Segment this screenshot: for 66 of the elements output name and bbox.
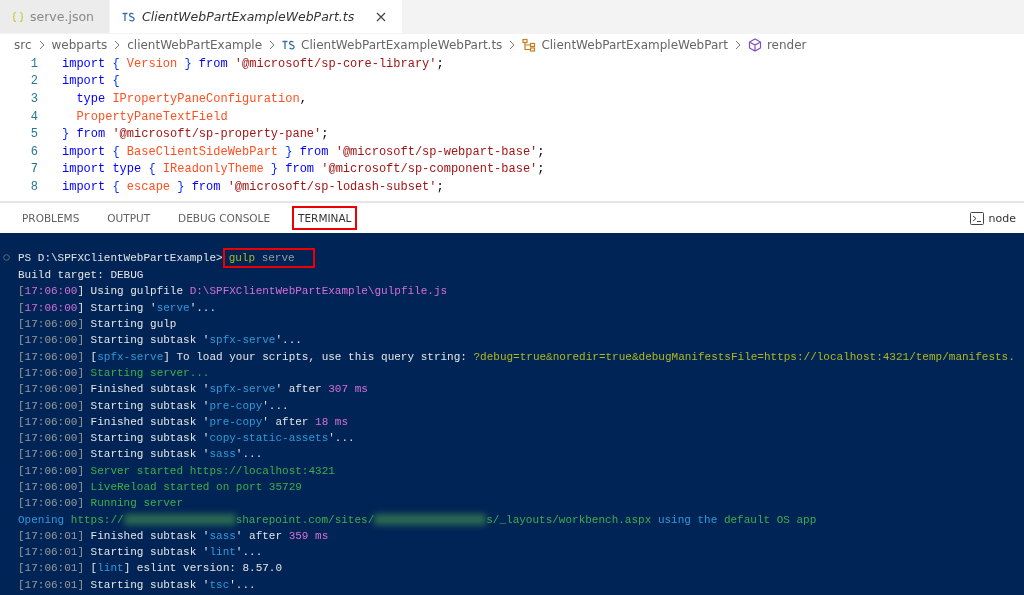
breadcrumb-item[interactable]: clientWebPartExample bbox=[127, 37, 263, 52]
terminal-icon bbox=[969, 211, 984, 225]
breadcrumb-item[interactable]: render bbox=[766, 37, 807, 52]
line-number: 5 bbox=[29, 127, 38, 142]
terminal-text: s/_layouts/workbench.aspx using the default OS app bbox=[486, 513, 817, 526]
terminal-line: [17:06:00] Starting subtask 'copy-static-assets'... bbox=[18, 432, 355, 445]
terminal-profile-label[interactable]: node bbox=[988, 211, 1016, 225]
line-number: 6 bbox=[29, 144, 38, 159]
code-line: PropertyPaneTextField bbox=[75, 109, 228, 124]
terminal-line: [17:06:00] [spfx-serve] To load your scripts, use this query string: ?debug=true&noredir=true&debugManifestsFile=https://localhost:4321/temp/manifests. bbox=[18, 350, 1015, 363]
prompt: PS D:\SPFXClientWebPartExample> bbox=[18, 252, 223, 264]
line-number: 2 bbox=[29, 74, 38, 89]
terminal-line: Build target: DEBUG bbox=[18, 269, 144, 282]
panel-tab[interactable]: PROBLEMS bbox=[18, 208, 84, 228]
braces-icon bbox=[12, 10, 24, 23]
code-line: import { bbox=[62, 74, 120, 89]
line-number: 7 bbox=[29, 162, 38, 177]
editor-tab[interactable]: ClientWebPartExampleWebPart.ts bbox=[110, 0, 404, 33]
breadcrumb-item[interactable]: webparts bbox=[51, 37, 108, 52]
code-line: type IPropertyPaneConfiguration, bbox=[75, 92, 307, 106]
code-line: } from '@microsoft/sp-property-pane'; bbox=[62, 127, 329, 142]
line-number: 4 bbox=[29, 109, 38, 124]
class-icon bbox=[522, 37, 537, 52]
line-number: 3 bbox=[29, 92, 38, 106]
terminal-line: [17:06:00] Starting 'serve'... bbox=[18, 301, 217, 314]
code-line: import type { IReadonlyTheme } from '@microsoft/sp-component-base'; bbox=[62, 162, 545, 177]
terminal-line: [17:06:00] Starting subtask 'pre-copy'... bbox=[18, 399, 289, 412]
terminal-line: [17:06:01] Starting subtask 'lint'... bbox=[18, 546, 263, 559]
terminal-line: [17:06:00] Starting subtask 'sass'... bbox=[18, 448, 263, 461]
terminal-text: sharepoint.com/sites/ bbox=[235, 513, 375, 526]
code-line: import { escape } from '@microsoft/sp-lodash-subset'; bbox=[62, 179, 444, 194]
close-icon bbox=[376, 11, 387, 22]
terminal-line: [17:06:01] [lint] eslint version: 8.57.0 bbox=[18, 562, 283, 575]
chevron-icon bbox=[269, 39, 276, 50]
panel-tab[interactable]: DEBUG CONSOLE bbox=[174, 208, 275, 228]
breadcrumb-item[interactable]: ClientWebPartExampleWebPart bbox=[541, 37, 728, 52]
code-line: import { BaseClientSideWebPart } from '@microsoft/sp-webpart-base'; bbox=[62, 144, 545, 159]
cube-icon bbox=[747, 37, 762, 52]
terminal-text: Opening https:// bbox=[18, 513, 124, 526]
line-number: 1 bbox=[29, 56, 38, 71]
command-text: gulp serve bbox=[224, 250, 313, 266]
prompt-marker-icon bbox=[3, 254, 10, 261]
editor-tab[interactable]: serve.json bbox=[0, 0, 110, 33]
breadcrumb-item[interactable]: src bbox=[14, 37, 32, 52]
terminal-line: [17:06:00] Starting subtask 'spfx-serve'... bbox=[18, 334, 302, 347]
terminal-line: [17:06:00] Server started https://localhost:4321 bbox=[18, 464, 335, 477]
terminal-line: [17:06:00] Running server bbox=[18, 497, 184, 510]
terminal-line: [17:06:01] Finished subtask 'sass' after 359 ms bbox=[18, 529, 329, 542]
typescript-file-icon bbox=[282, 39, 297, 50]
terminal-line: [17:06:00] Finished subtask 'pre-copy' after 18 ms bbox=[18, 415, 349, 428]
chevron-icon bbox=[38, 39, 45, 50]
line-number: 8 bbox=[29, 179, 38, 194]
chevron-icon bbox=[509, 39, 516, 50]
panel-tab[interactable]: OUTPUT bbox=[103, 208, 155, 228]
terminal-line: [17:06:01] Starting subtask 'tsc'... bbox=[18, 578, 256, 591]
panel-tab[interactable]: TERMINAL bbox=[294, 208, 356, 228]
terminal-line: [17:06:00] Starting gulp bbox=[18, 318, 177, 331]
chevron-icon bbox=[114, 39, 121, 50]
code-line: import { Version } from '@microsoft/sp-core-library'; bbox=[62, 56, 444, 71]
terminal-line: [17:06:00] Finished subtask 'spfx-serve' after 307 ms bbox=[18, 383, 368, 396]
terminal-line: [17:06:00] Using gulpfile D:\SPFXClientWebPartExample\gulpfile.js bbox=[18, 285, 448, 298]
typescript-file-icon bbox=[122, 11, 136, 22]
terminal-line: [17:06:00] Starting server... bbox=[18, 366, 210, 379]
terminal-line: [17:06:00] LiveReload started on port 35729 bbox=[18, 481, 302, 493]
chevron-icon bbox=[734, 39, 741, 50]
breadcrumb-item[interactable]: ClientWebPartExampleWebPart.ts bbox=[301, 37, 503, 52]
